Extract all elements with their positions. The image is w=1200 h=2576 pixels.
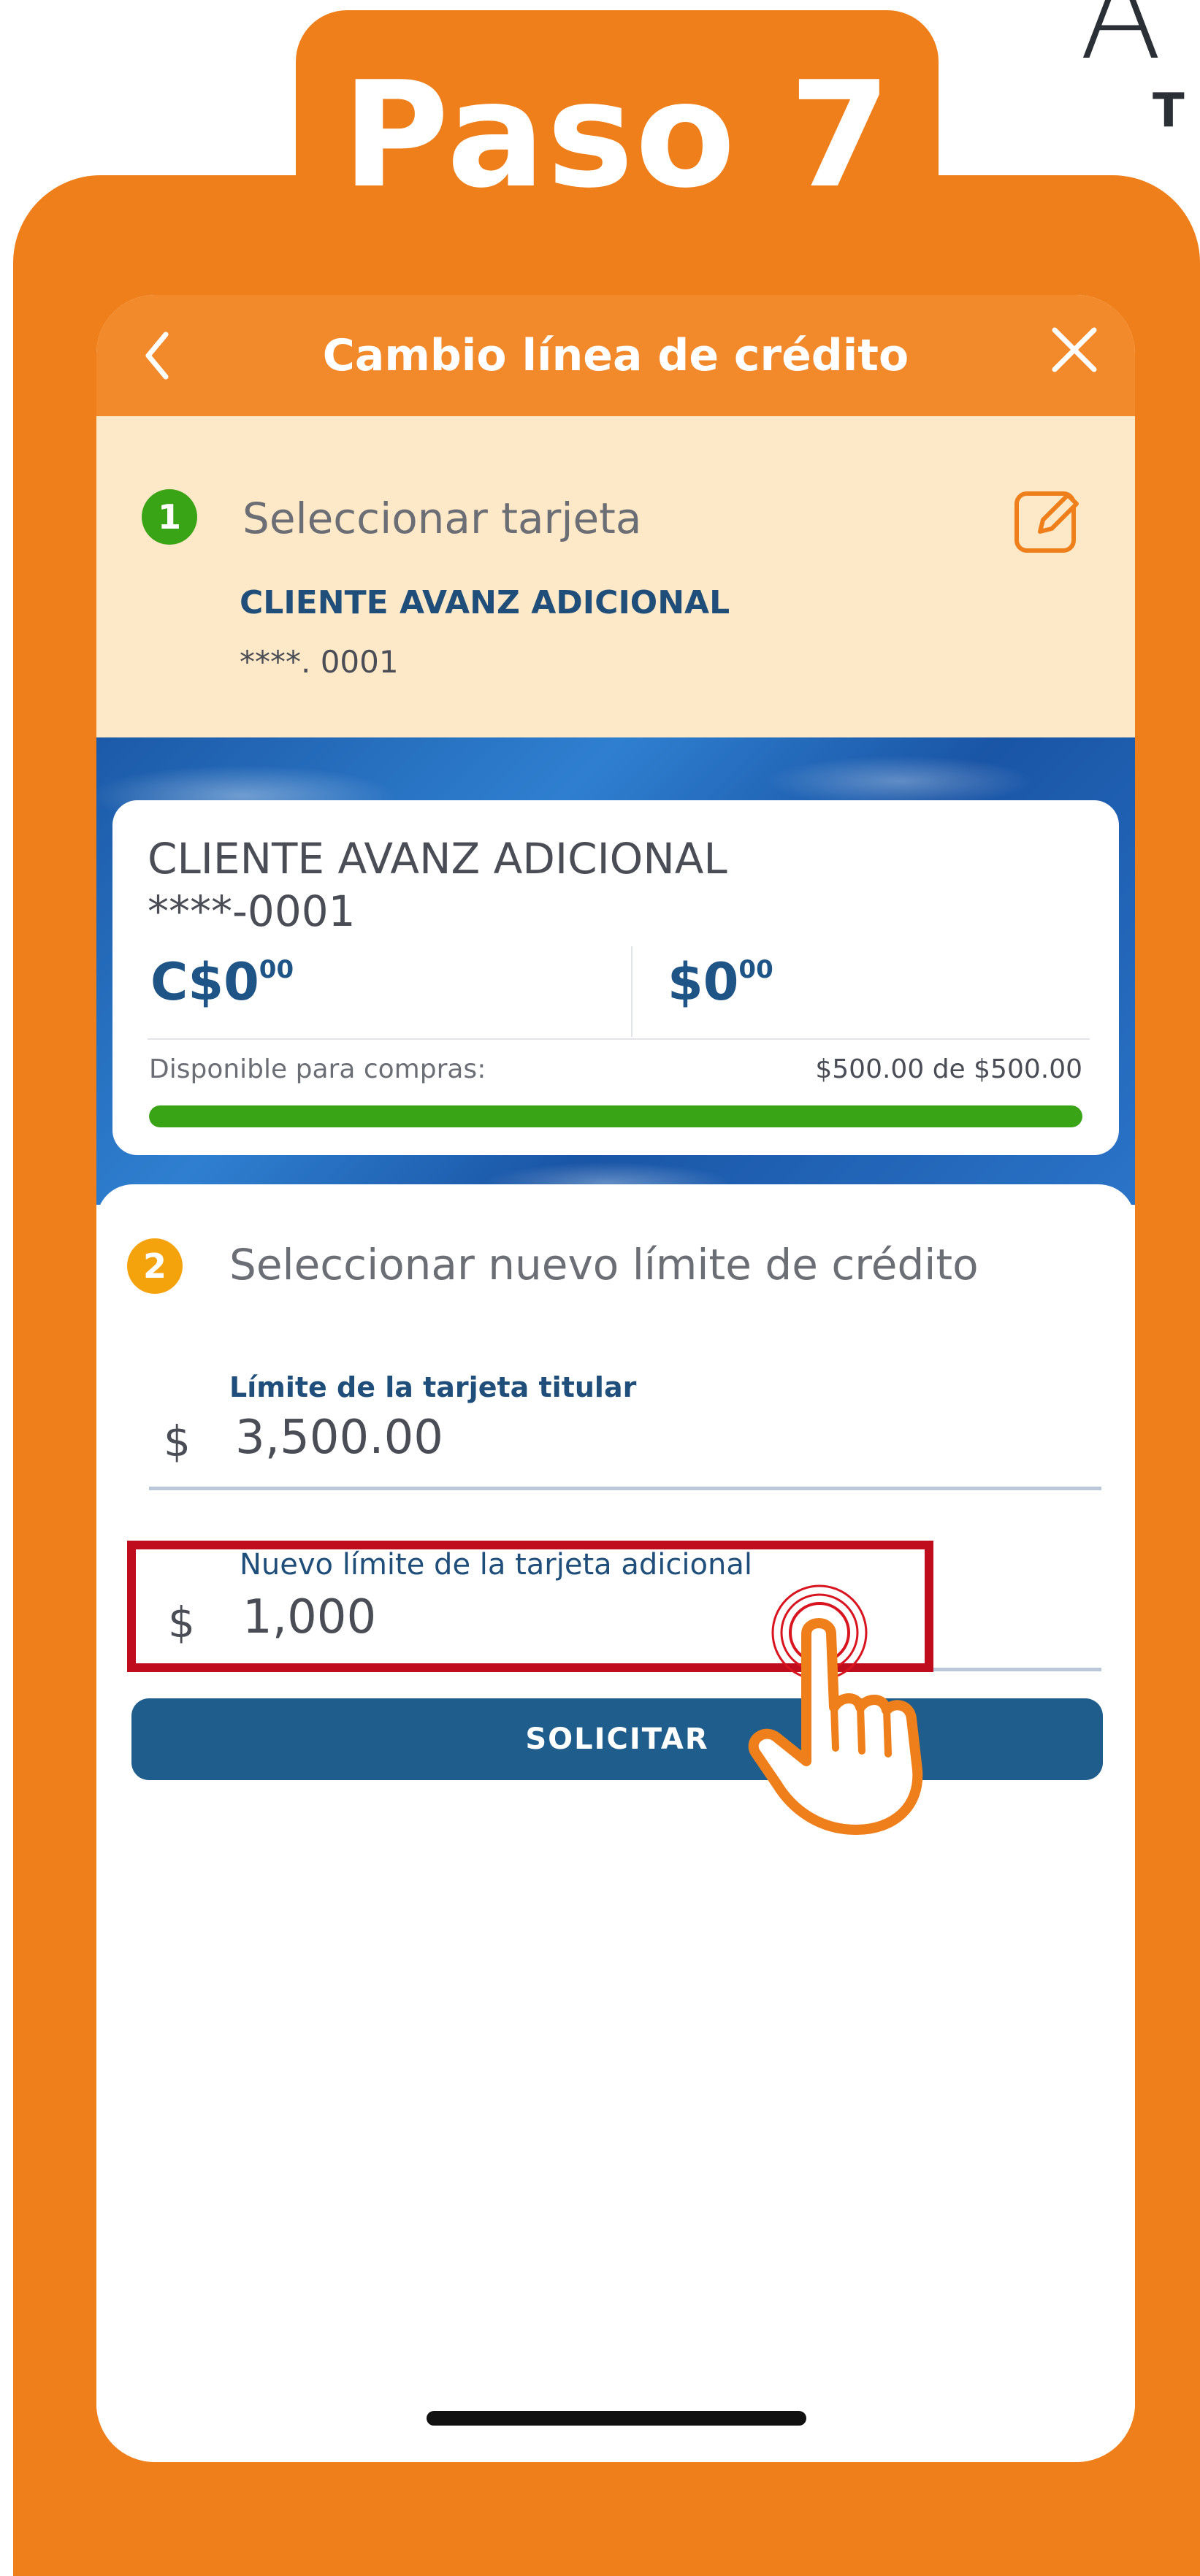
- phone-screen: Cambio línea de crédito 1 Seleccionar ta…: [96, 295, 1135, 2462]
- currency-symbol: $: [164, 1417, 191, 1466]
- balance-local: C$000: [150, 952, 294, 1012]
- card-number: ****-0001: [148, 886, 356, 936]
- step-title: Paso 7: [342, 50, 893, 221]
- step-select-card: 1 Seleccionar tarjeta CLIENTE AVANZ ADIC…: [96, 416, 1135, 737]
- app-header: Cambio línea de crédito: [96, 295, 1135, 416]
- home-indicator: [427, 2411, 806, 2426]
- divider: [148, 1038, 1090, 1040]
- titular-limit-label: Límite de la tarjeta titular: [229, 1371, 637, 1403]
- partial-heading-letter: A: [1079, 0, 1162, 86]
- step-number-badge: 1: [142, 489, 197, 545]
- step-badge: Paso 7: [296, 10, 939, 229]
- balance-usd: $000: [668, 952, 773, 1012]
- available-value: $500.00 de $500.00: [815, 1054, 1082, 1084]
- divider: [631, 946, 633, 1037]
- step-new-limit: 2 Seleccionar nuevo límite de crédito Lí…: [96, 1184, 1135, 2462]
- step-number-badge: 2: [127, 1238, 183, 1294]
- close-icon[interactable]: [1034, 310, 1115, 390]
- titular-limit-field: 3,500.00: [235, 1411, 443, 1465]
- chevron-left-icon[interactable]: [117, 315, 197, 396]
- credit-card-summary: CLIENTE AVANZ ADICIONAL ****-0001 C$000 …: [112, 800, 1119, 1155]
- edit-icon[interactable]: [1011, 483, 1084, 556]
- page-title: Cambio línea de crédito: [322, 330, 909, 381]
- available-label: Disponible para compras:: [149, 1054, 486, 1084]
- submit-button-label: SOLICITAR: [525, 1722, 709, 1756]
- tap-hand-icon: [739, 1579, 973, 1841]
- available-progress-fill: [149, 1105, 1082, 1127]
- step-label: Seleccionar tarjeta: [242, 494, 642, 543]
- card-holder-name: CLIENTE AVANZ ADICIONAL: [148, 834, 727, 883]
- selected-card-name: CLIENTE AVANZ ADICIONAL: [240, 584, 730, 621]
- step-label: Seleccionar nuevo límite de crédito: [229, 1240, 979, 1289]
- available-progress-bar: [149, 1105, 1082, 1127]
- partial-subheading-letter: T: [1153, 84, 1185, 138]
- selected-card-number: ****. 0001: [240, 644, 399, 680]
- field-underline: [149, 1487, 1101, 1490]
